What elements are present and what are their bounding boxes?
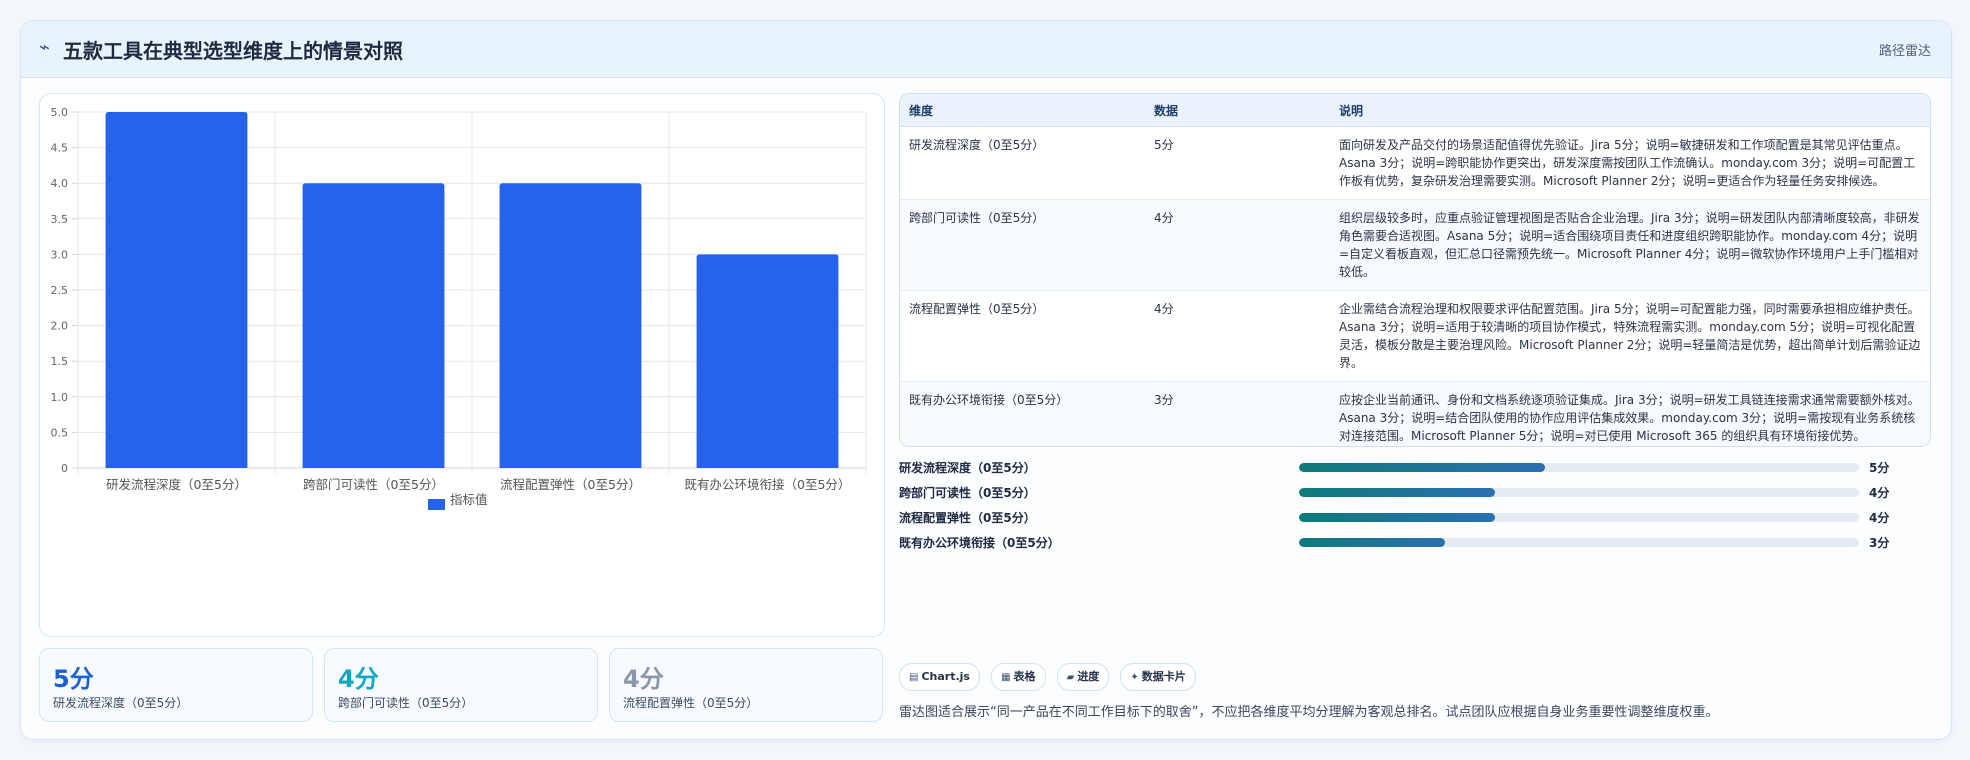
progress-value: 4分 xyxy=(1869,486,1890,500)
progress-row: 既有办公环境衔接（0至5分） 3分 xyxy=(899,532,1929,552)
y-tick-label: 0 xyxy=(61,462,68,475)
stat-card: 4分 流程配置弹性（0至5分） xyxy=(609,648,883,722)
bar xyxy=(696,254,839,468)
progress-value: 5分 xyxy=(1869,461,1890,475)
chip-progress[interactable]: ▰ 进度 xyxy=(1056,663,1110,691)
bar xyxy=(302,183,445,468)
table-header-row: 维度 数据 说明 xyxy=(900,94,1930,127)
y-tick-label: 3.0 xyxy=(51,248,69,261)
chip-label: 表格 xyxy=(1013,670,1036,683)
stat-value: 5分 xyxy=(53,665,94,693)
chip-data-cards[interactable]: ✦ 数据卡片 xyxy=(1120,663,1196,691)
bar xyxy=(105,112,248,468)
chip-label: 进度 xyxy=(1077,670,1100,683)
progress-track xyxy=(1299,488,1859,497)
table-cell-dimension: 既有办公环境衔接（0至5分） xyxy=(900,381,1145,446)
header-tag: 路径雷达 xyxy=(1878,44,1931,59)
table-cell-data: 4分 xyxy=(1145,290,1330,382)
y-tick-label: 3.5 xyxy=(51,213,69,226)
chip-label: 数据卡片 xyxy=(1141,670,1186,683)
table-icon: ▦ xyxy=(1001,672,1011,683)
progress-icon: ▰ xyxy=(1066,672,1075,683)
chip-chartjs[interactable]: ▤ Chart.js xyxy=(899,663,980,691)
x-tick-label: 既有办公环境衔接（0至5分） xyxy=(685,477,851,492)
table-cell-description: 面向研发及产品交付的场景适配值得优先验证。Jira 5分；说明=敏捷研发和工作项… xyxy=(1330,126,1930,200)
progress-label: 研发流程深度（0至5分） xyxy=(899,461,1036,475)
progress-label: 流程配置弹性（0至5分） xyxy=(899,511,1036,525)
table-cell-dimension: 研发流程深度（0至5分） xyxy=(900,126,1145,200)
y-tick-label: 2.0 xyxy=(51,320,69,333)
chip-table[interactable]: ▦ 表格 xyxy=(991,663,1046,691)
progress-fill xyxy=(1299,513,1495,522)
table-row: 流程配置弹性（0至5分） 4分 企业需结合流程治理和权限要求评估配置范围。Jir… xyxy=(900,290,1930,382)
stat-value: 4分 xyxy=(623,665,664,693)
table-header-cell: 数据 xyxy=(1145,94,1330,127)
page-title: 五款工具在典型选型维度上的情景对照 xyxy=(63,39,403,63)
footnote: 雷达图适合展示“同一产品在不同工作目标下的取舍”，不应把各维度平均分理解为客观总… xyxy=(899,705,1719,720)
bar-chart-panel: 0 0.5 1.0 1.5 2.0 2.5 3.0 3.5 4.0 4.5 5.0 研发流程深度（0至… xyxy=(39,93,885,637)
stat-value: 4分 xyxy=(338,665,379,693)
progress-label: 跨部门可读性（0至5分） xyxy=(899,486,1036,500)
table-cell-data: 4分 xyxy=(1145,199,1330,291)
table-row: 研发流程深度（0至5分） 5分 面向研发及产品交付的场景适配值得优先验证。Jir… xyxy=(900,126,1930,200)
stat-label: 跨部门可读性（0至5分） xyxy=(338,696,474,710)
sparkle-icon: ✦ xyxy=(1130,672,1139,683)
progress-track xyxy=(1299,463,1859,472)
y-tick-label: 5.0 xyxy=(51,106,69,119)
data-table: 维度 数据 说明 研发流程深度（0至5分） 5分 面向研发及产品交付的场景适配值… xyxy=(899,93,1931,447)
progress-row: 研发流程深度（0至5分） 5分 xyxy=(899,457,1929,477)
legend-swatch xyxy=(428,499,445,510)
y-tick-label: 4.0 xyxy=(51,177,69,190)
progress-row: 流程配置弹性（0至5分） 4分 xyxy=(899,507,1929,527)
table-header-cell: 维度 xyxy=(900,94,1145,127)
progress-label: 既有办公环境衔接（0至5分） xyxy=(899,536,1060,550)
y-tick-label: 1.0 xyxy=(51,391,69,404)
x-tick-label: 研发流程深度（0至5分） xyxy=(106,477,247,492)
stat-card: 4分 跨部门可读性（0至5分） xyxy=(324,648,598,722)
progress-fill xyxy=(1299,463,1546,472)
feature-chips: ▤ Chart.js ▦ 表格 ▰ 进度 ✦ 数据卡片 xyxy=(899,663,1202,691)
progress-row: 跨部门可读性（0至5分） 4分 xyxy=(899,482,1929,502)
x-tick-label: 流程配置弹性（0至5分） xyxy=(500,477,641,492)
table-cell-data: 5分 xyxy=(1145,126,1330,200)
table-cell-description: 组织层级较多时，应重点验证管理视图是否贴合企业治理。Jira 3分；说明=研发团… xyxy=(1330,199,1930,291)
table-cell-data: 3分 xyxy=(1145,381,1330,446)
telescope-icon: ⌁ xyxy=(39,37,50,58)
progress-track xyxy=(1299,513,1859,522)
table-row: 跨部门可读性（0至5分） 4分 组织层级较多时，应重点验证管理视图是否贴合企业治… xyxy=(900,199,1930,291)
legend-label: 指标值 xyxy=(450,492,488,507)
table-cell-dimension: 流程配置弹性（0至5分） xyxy=(900,290,1145,382)
progress-fill xyxy=(1299,538,1445,547)
x-tick-label: 跨部门可读性（0至5分） xyxy=(303,477,444,492)
y-tick-label: 4.5 xyxy=(51,142,69,155)
y-tick-label: 0.5 xyxy=(51,426,69,439)
progress-value: 4分 xyxy=(1869,511,1890,525)
y-tick-label: 2.5 xyxy=(51,284,69,297)
stat-label: 研发流程深度（0至5分） xyxy=(53,696,189,710)
bar xyxy=(499,183,642,468)
dashboard-card: ⌁ 五款工具在典型选型维度上的情景对照 路径雷达 0 0.5 1.0 1.5 2.0 2.… xyxy=(20,20,1952,740)
y-tick-label: 1.5 xyxy=(51,355,69,368)
table-cell-description: 应按企业当前通讯、身份和文档系统逐项验证集成。Jira 3分；说明=研发工具链连… xyxy=(1330,381,1930,446)
bar-chart: 0 0.5 1.0 1.5 2.0 2.5 3.0 3.5 4.0 4.5 5.0 研发流程深度（0至… xyxy=(51,106,867,510)
progress-track xyxy=(1299,538,1859,547)
card-header: ⌁ 五款工具在典型选型维度上的情景对照 路径雷达 xyxy=(21,21,1951,78)
chart-icon: ▤ xyxy=(909,672,919,683)
stat-label: 流程配置弹性（0至5分） xyxy=(623,696,759,710)
progress-fill xyxy=(1299,488,1495,497)
chip-label: Chart.js xyxy=(921,670,970,683)
table-cell-dimension: 跨部门可读性（0至5分） xyxy=(900,199,1145,291)
table-cell-description: 企业需结合流程治理和权限要求评估配置范围。Jira 5分；说明=可配置能力强，同… xyxy=(1330,290,1930,382)
stat-card: 5分 研发流程深度（0至5分） xyxy=(39,648,313,722)
progress-value: 3分 xyxy=(1869,536,1890,550)
table-header-cell: 说明 xyxy=(1330,94,1930,127)
table-row: 既有办公环境衔接（0至5分） 3分 应按企业当前通讯、身份和文档系统逐项验证集成… xyxy=(900,381,1930,446)
